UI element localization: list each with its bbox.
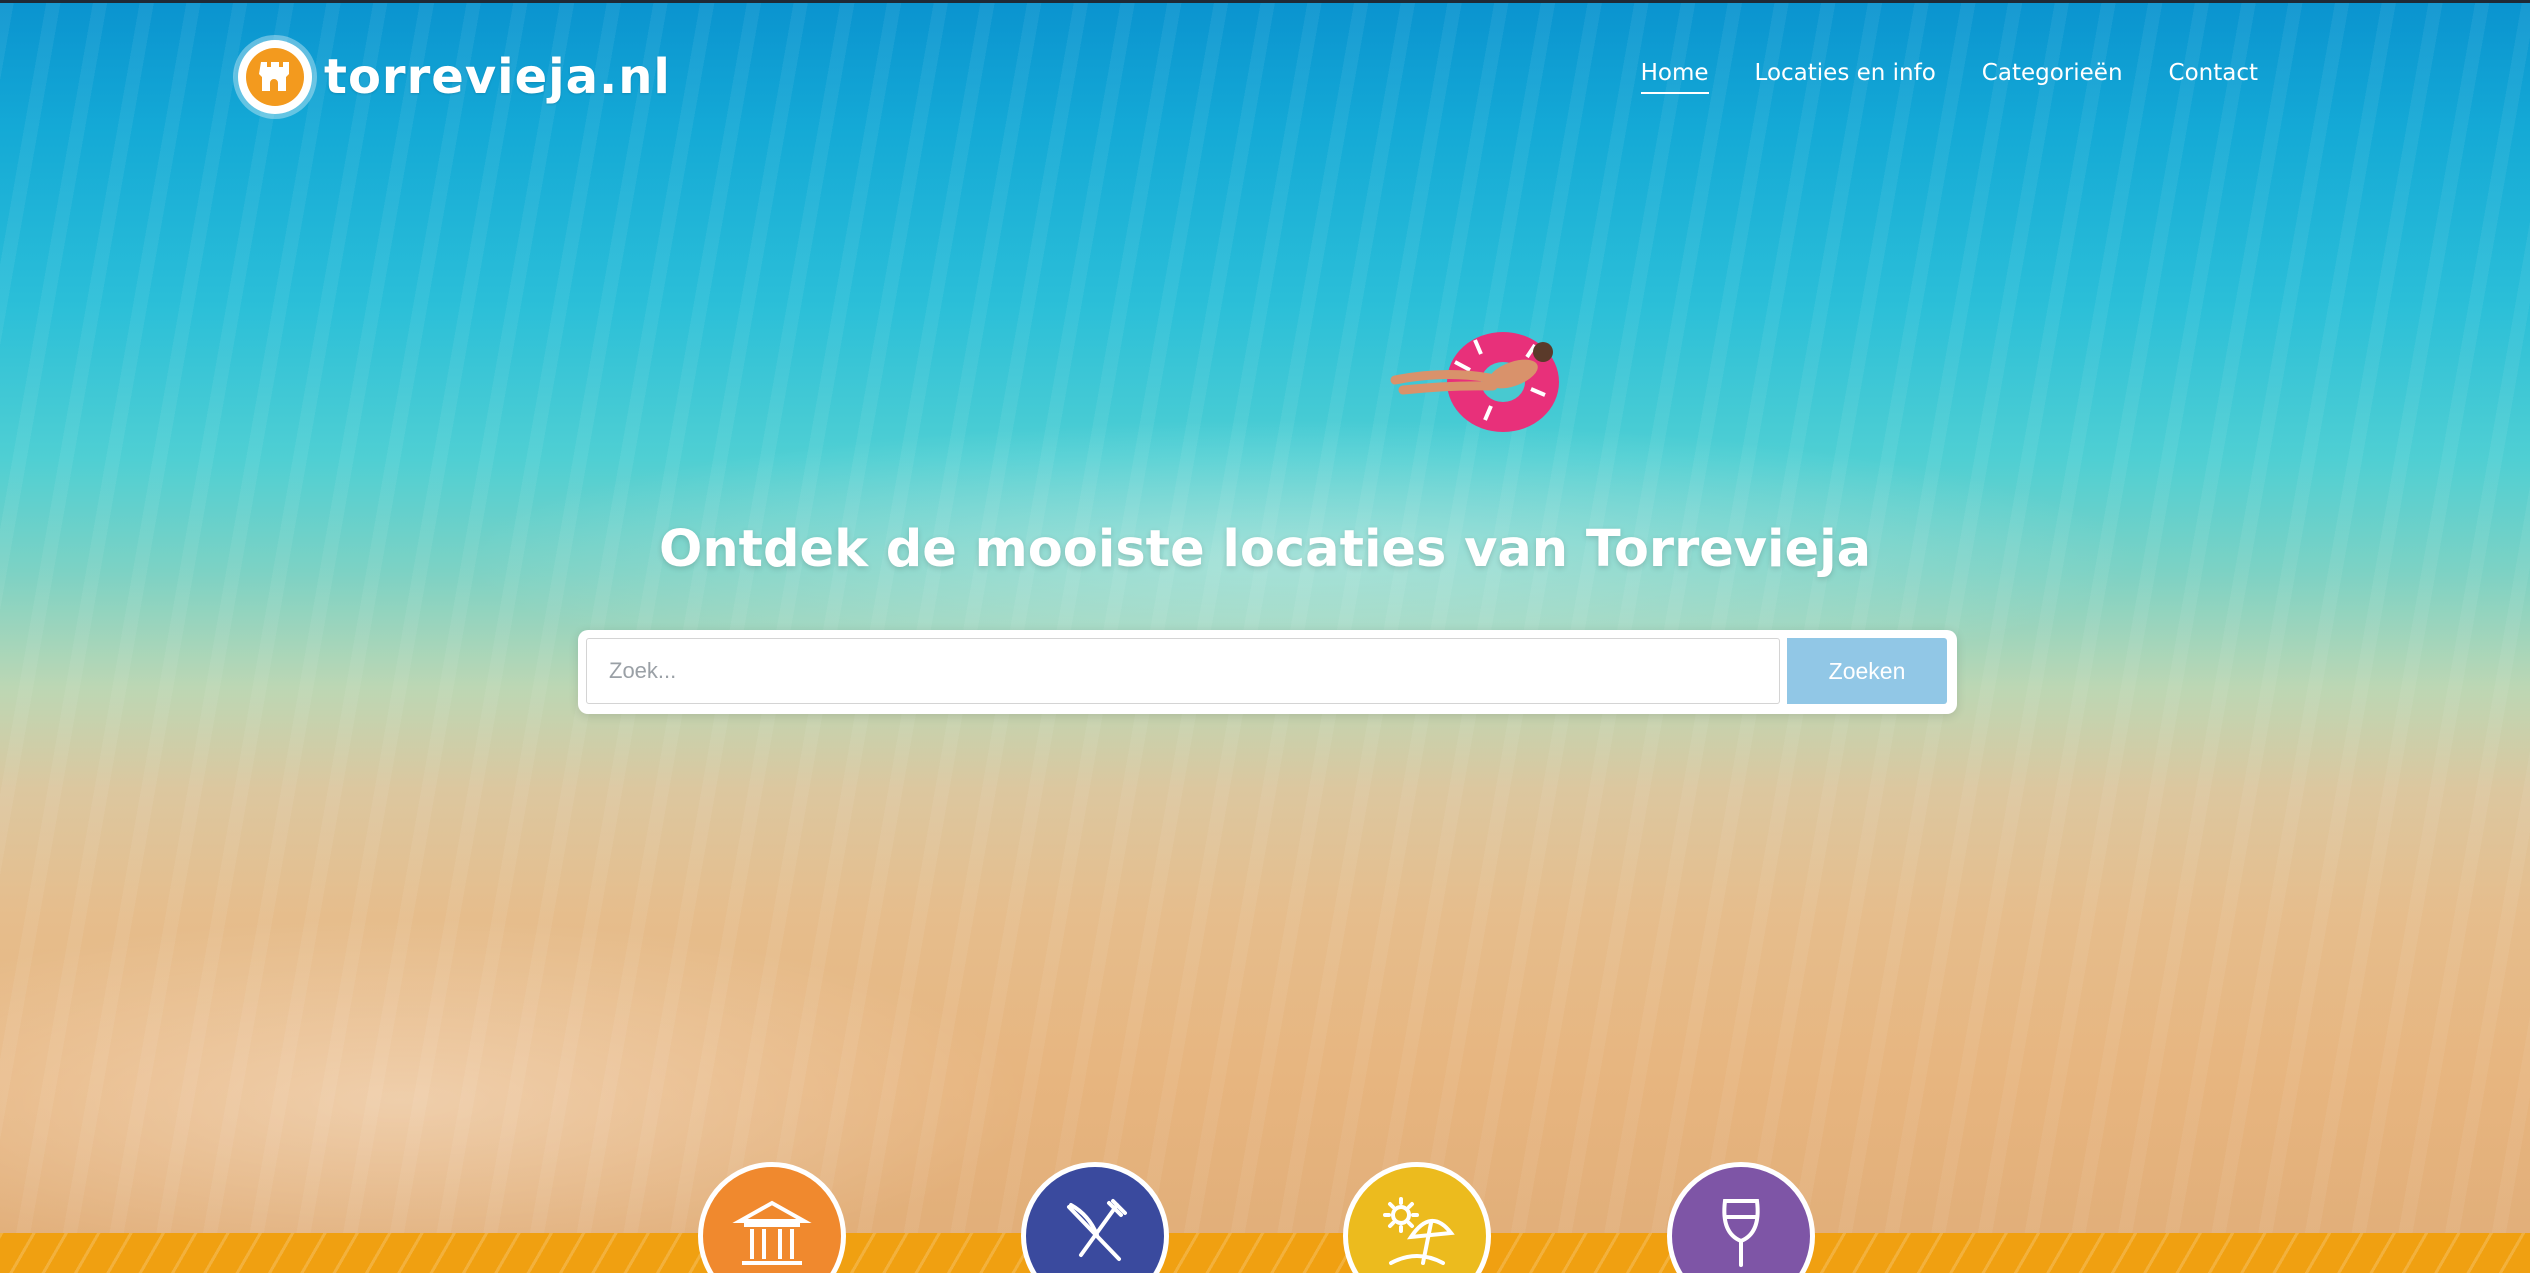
hero-title: Ontdek de mooiste locaties van Torreviej…	[658, 520, 1872, 579]
category-restaurant[interactable]	[1021, 1162, 1169, 1273]
nav-contact[interactable]: Contact	[2169, 60, 2258, 94]
restaurant-icon	[1067, 1199, 1127, 1261]
search-input[interactable]	[586, 638, 1780, 704]
orange-band	[0, 1233, 2530, 1273]
search-bar: Zoeken	[578, 630, 1957, 714]
nav-categorieen[interactable]: Categorieën	[1982, 60, 2123, 94]
category-wine[interactable]	[1667, 1162, 1815, 1273]
category-beach[interactable]	[1343, 1162, 1491, 1273]
logo-text: torrevieja.nl	[324, 49, 671, 105]
castle-icon	[238, 40, 312, 114]
museum-icon	[732, 1200, 812, 1265]
main-nav: Home Locaties en info Categorieën Contac…	[1640, 60, 2258, 94]
nav-home[interactable]: Home	[1640, 60, 1709, 94]
hero-section: torrevieja.nl Home Locaties en info Cate…	[0, 0, 2530, 1273]
category-museum[interactable]	[698, 1162, 846, 1273]
swimmer-on-float-image	[1390, 332, 1559, 432]
nav-locaties-en-info[interactable]: Locaties en info	[1755, 60, 1936, 94]
wine-glass-icon	[1722, 1199, 1760, 1267]
top-border	[0, 0, 2530, 3]
site-logo[interactable]: torrevieja.nl	[238, 40, 671, 114]
search-button[interactable]: Zoeken	[1787, 638, 1947, 704]
beach-icon	[1383, 1197, 1455, 1265]
